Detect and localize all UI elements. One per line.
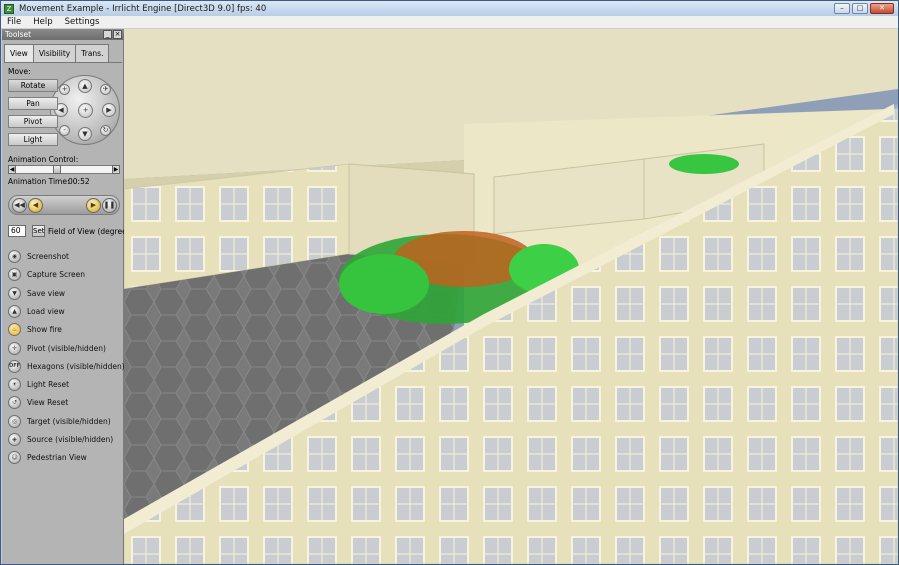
slider-left-icon[interactable]: ◀ <box>8 165 16 174</box>
pivot-icon: ✛ <box>8 341 21 355</box>
light-icon: ☀ <box>8 377 21 391</box>
animation-slider[interactable]: ◀ ▶ <box>8 165 120 174</box>
slider-right-icon[interactable]: ▶ <box>112 165 120 174</box>
slider-knob[interactable] <box>53 165 61 174</box>
navigation-pad[interactable]: ▲ ▼ ◀ ▶ + + - ✈ ↻ <box>50 75 120 145</box>
center-plus-icon[interactable]: + <box>78 103 93 118</box>
tab-view[interactable]: View <box>4 44 34 63</box>
menu-help[interactable]: Help <box>27 17 58 27</box>
maximize-button[interactable]: □ <box>852 3 868 14</box>
command-label: Light Reset <box>27 379 70 389</box>
pedestrian-view-command[interactable]: ☺ Pedestrian View <box>8 450 87 464</box>
pause-icon[interactable]: ❚❚ <box>102 198 117 213</box>
play-icon[interactable]: ▶ <box>86 198 101 213</box>
close-button[interactable]: ✕ <box>870 3 894 14</box>
view-reset-icon: ↺ <box>8 395 21 409</box>
source-visibility-command[interactable]: ◈ Source (visible/hidden) <box>8 432 113 446</box>
light-reset-command[interactable]: ☀ Light Reset <box>8 377 69 391</box>
animation-control-label: Animation Control: <box>8 155 79 164</box>
fov-input[interactable]: 60 <box>8 225 26 237</box>
pan-button[interactable]: Pan <box>8 97 58 110</box>
show-fire-command[interactable]: ♨ Show fire <box>8 322 62 336</box>
pivot-visibility-command[interactable]: ✛ Pivot (visible/hidden) <box>8 341 106 355</box>
toolset-title: Toolset <box>5 30 32 39</box>
command-label: Pedestrian View <box>27 452 87 462</box>
off-icon: OFF <box>8 359 21 373</box>
rotate-button[interactable]: Rotate <box>8 79 58 92</box>
screenshot-command[interactable]: ◉ Screenshot <box>8 249 69 263</box>
load-icon: ▲ <box>8 304 21 318</box>
zoom-in-icon[interactable]: + <box>59 84 70 95</box>
step-back-icon[interactable]: ◀ <box>28 198 43 213</box>
command-label: Pivot (visible/hidden) <box>27 343 106 353</box>
command-label: Load view <box>27 306 65 316</box>
animation-time-value: 00:52 <box>68 177 90 186</box>
rotate-icon[interactable]: ↻ <box>100 125 111 136</box>
toolset-header: Toolset _ × <box>2 29 124 40</box>
view-reset-command[interactable]: ↺ View Reset <box>8 395 68 409</box>
target-icon: ◎ <box>8 414 21 428</box>
zoom-out-icon[interactable]: - <box>59 125 70 136</box>
title-bar[interactable]: Z Movement Example - Irrlicht Engine [Di… <box>1 1 898 16</box>
camera-icon: ◉ <box>8 249 21 263</box>
pedestrian-icon: ☺ <box>8 450 21 464</box>
fov-label: Field of View (degree) <box>48 227 130 236</box>
command-label: Screenshot <box>27 251 69 261</box>
light-button[interactable]: Light <box>8 133 58 146</box>
app-icon: Z <box>4 3 14 14</box>
menu-file[interactable]: File <box>1 17 27 27</box>
menu-settings[interactable]: Settings <box>59 17 106 27</box>
window-controls: – □ ✕ <box>834 3 894 14</box>
tab-trans[interactable]: Trans. <box>75 44 110 62</box>
tab-visibility[interactable]: Visibility <box>32 44 77 62</box>
panel-close-button[interactable]: × <box>113 30 122 39</box>
arrow-right-icon[interactable]: ▶ <box>102 103 116 117</box>
menu-bar: File Help Settings <box>1 16 898 29</box>
load-view-command[interactable]: ▲ Load view <box>8 304 65 318</box>
hexagons-visibility-command[interactable]: OFF Hexagons (visible/hidden) <box>8 359 125 373</box>
command-label: Target (visible/hidden) <box>27 416 111 426</box>
app-window: Z Movement Example - Irrlicht Engine [Di… <box>0 0 899 565</box>
command-label: Save view <box>27 288 66 298</box>
command-label: View Reset <box>27 397 69 407</box>
toolset-panel: Toolset _ × View Visibility Trans. Move:… <box>2 29 130 564</box>
rewind-icon[interactable]: ◀◀ <box>12 198 27 213</box>
satellite-icon[interactable]: ✈ <box>100 84 111 95</box>
3d-viewport[interactable] <box>124 29 898 564</box>
move-label: Move: <box>8 67 31 76</box>
scene-canvas[interactable] <box>124 29 898 564</box>
panel-minimize-button[interactable]: _ <box>103 30 112 39</box>
fov-set-button[interactable]: Set <box>32 225 45 237</box>
animation-time-label: Animation Time: <box>8 177 70 186</box>
command-label: Source (visible/hidden) <box>27 434 114 444</box>
save-icon: ▼ <box>8 286 21 300</box>
toolset-tabs: View Visibility Trans. <box>4 44 110 63</box>
target-visibility-command[interactable]: ◎ Target (visible/hidden) <box>8 414 111 428</box>
arrow-up-icon[interactable]: ▲ <box>78 79 92 93</box>
window-title: Movement Example - Irrlicht Engine [Dire… <box>19 3 267 14</box>
fire-icon: ♨ <box>8 322 21 336</box>
save-view-command[interactable]: ▼ Save view <box>8 286 65 300</box>
pivot-button[interactable]: Pivot <box>8 115 58 128</box>
command-label: Show fire <box>27 324 62 334</box>
capture-icon: ▣ <box>8 267 21 281</box>
source-icon: ◈ <box>8 432 21 446</box>
arrow-down-icon[interactable]: ▼ <box>78 127 92 141</box>
command-label: Hexagons (visible/hidden) <box>27 361 125 371</box>
playback-bar: ◀◀ ◀ ▶ ❚❚ <box>8 195 120 215</box>
minimize-button[interactable]: – <box>834 3 850 14</box>
command-label: Capture Screen <box>27 269 85 279</box>
capture-screen-command[interactable]: ▣ Capture Screen <box>8 267 85 281</box>
